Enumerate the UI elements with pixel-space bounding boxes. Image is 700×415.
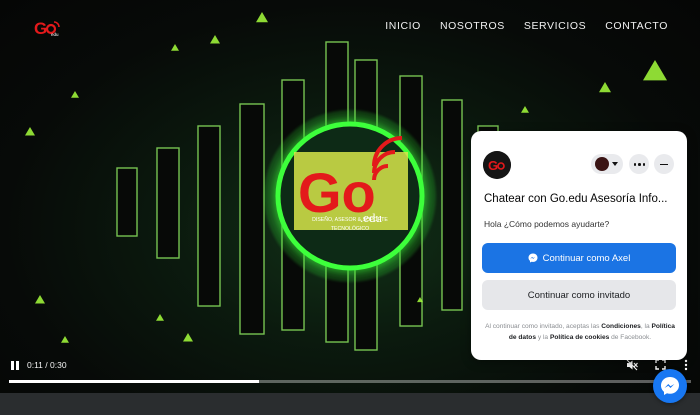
play-pause-icon[interactable]: [10, 361, 20, 371]
chat-title: Chatear con Go.edu Asesoría Info...: [484, 193, 668, 205]
fullscreen-icon[interactable]: [655, 359, 666, 370]
continue-as-guest-button[interactable]: Continuar como invitado: [482, 280, 676, 310]
center-logo-tagline-1: DISEÑO, ASESOR & SOPORTE: [312, 216, 388, 223]
hero-video[interactable]: Go .edu DISEÑO, ASESOR & SOPORTE TECNOLÓ…: [0, 0, 700, 415]
legal-text-1: Al continuar como invitado, aceptas las: [485, 323, 602, 330]
legal-text: Al continuar como invitado, aceptas las …: [483, 322, 677, 343]
sparkle-shape: [35, 295, 45, 304]
ellipsis-icon[interactable]: [629, 154, 649, 174]
svg-text:G: G: [488, 158, 498, 173]
sparkle-shape: [521, 106, 529, 113]
main-nav: INICIO NOSOTROS SERVICIOS CONTACTO: [385, 20, 668, 32]
caret-down-icon: [612, 162, 618, 166]
sparkle-shape: [643, 60, 667, 81]
site-logo[interactable]: G edu: [34, 16, 62, 38]
messenger-icon: [661, 377, 679, 395]
chat-greeting: Hola ¿Cómo podemos ayudarte?: [484, 219, 610, 229]
background-bar: [239, 103, 265, 335]
account-switcher[interactable]: [591, 154, 623, 174]
mute-icon[interactable]: [626, 359, 638, 371]
page-bottom-band: [0, 393, 700, 415]
legal-text-2: , la: [640, 323, 652, 330]
video-progress-fill: [9, 380, 260, 383]
svg-text:G: G: [34, 19, 47, 38]
legal-text-4: de Facebook.: [609, 333, 652, 341]
continue-as-user-label: Continuar como Axel: [542, 252, 631, 264]
sparkle-shape: [210, 35, 220, 44]
continue-as-user-button[interactable]: Continuar como Axel: [482, 243, 676, 273]
sparkle-shape: [171, 44, 179, 51]
legal-text-3: y la: [536, 333, 550, 341]
center-logo-tagline-2: TECNOLÓGICO: [331, 225, 369, 232]
page-avatar: G: [483, 151, 511, 179]
sparkle-shape: [61, 336, 69, 343]
nav-inicio[interactable]: INICIO: [385, 20, 421, 32]
nav-servicios[interactable]: SERVICIOS: [524, 20, 586, 32]
minus-icon[interactable]: [654, 154, 674, 174]
background-bar: [156, 147, 180, 259]
center-logo: Go .edu DISEÑO, ASESOR & SOPORTE TECNOLÓ…: [264, 110, 436, 282]
background-bar: [197, 125, 221, 307]
sparkle-shape: [25, 127, 35, 136]
messenger-chat-card: G Chatear con Go.edu Asesoría Info... Ho…: [471, 131, 687, 360]
sparkle-shape: [599, 82, 611, 93]
nav-contacto[interactable]: CONTACTO: [605, 20, 668, 32]
messenger-bubble-button[interactable]: [653, 369, 687, 403]
video-progress-bar[interactable]: [9, 380, 691, 383]
background-bar: [116, 167, 138, 237]
sparkle-shape: [156, 314, 164, 321]
background-bar: [441, 99, 463, 311]
svg-text:edu: edu: [51, 32, 59, 37]
sparkle-shape: [256, 12, 268, 23]
nav-nosotros[interactable]: NOSOTROS: [440, 20, 505, 32]
sparkle-shape: [71, 91, 79, 98]
continue-as-guest-label: Continuar como invitado: [527, 289, 631, 301]
user-avatar: [595, 157, 609, 171]
cookie-policy-link[interactable]: Política de cookies: [550, 334, 609, 341]
sparkle-shape: [183, 333, 193, 342]
messenger-icon: [528, 253, 538, 263]
more-vert-icon[interactable]: [684, 359, 688, 371]
video-time: 0:11 / 0:30: [27, 360, 67, 370]
terms-link[interactable]: Condiciones: [601, 323, 641, 330]
